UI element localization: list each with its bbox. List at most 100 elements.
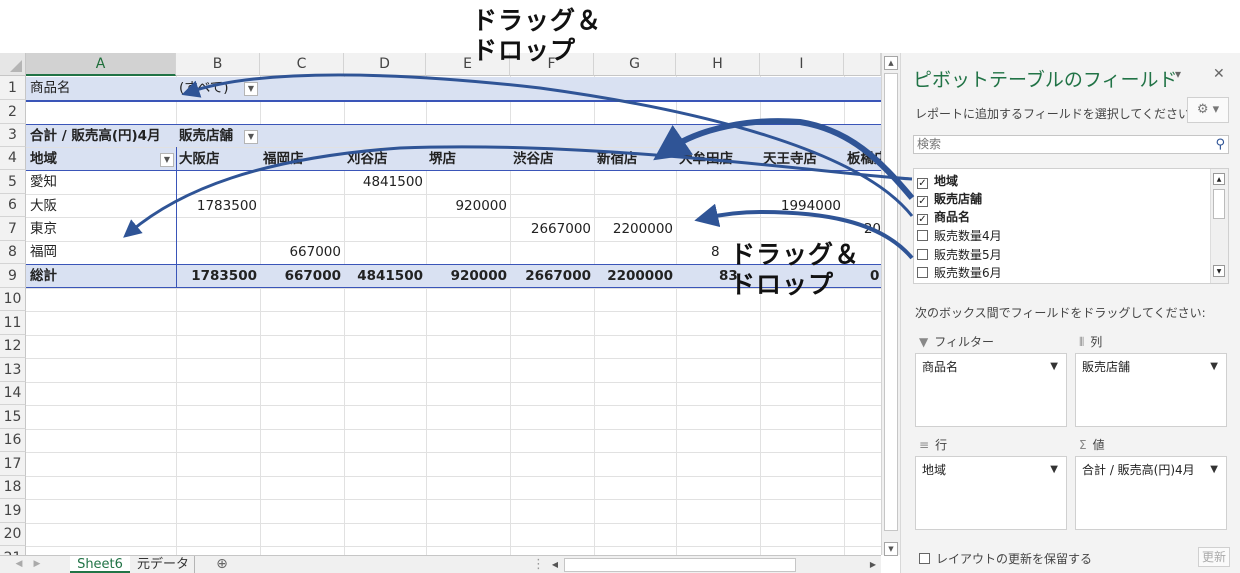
region-label[interactable]: 大阪 xyxy=(30,195,57,217)
column-header-j[interactable] xyxy=(844,53,881,76)
row-header-4[interactable]: 4 xyxy=(0,147,26,170)
pane-menu-button[interactable]: ▾ xyxy=(1175,67,1181,81)
total-cell[interactable]: 1783500 xyxy=(176,265,257,287)
row-header-13[interactable]: 13 xyxy=(0,358,26,382)
pivot-filter-label[interactable]: 商品名 xyxy=(30,77,71,99)
column-header-i[interactable]: I xyxy=(760,53,844,76)
column-header-h[interactable]: H xyxy=(676,53,760,76)
field-item-store[interactable]: ✓ 販売店舗 xyxy=(917,190,982,208)
field-search-input[interactable]: 検索 ⚲ xyxy=(913,135,1229,154)
tab-scroll-left-button[interactable]: ◀ xyxy=(12,556,26,573)
row-header-17[interactable]: 17 xyxy=(0,452,26,476)
checkbox-defer-update[interactable] xyxy=(919,553,930,564)
select-all-corner[interactable] xyxy=(0,53,26,76)
store-header[interactable]: 堺店 xyxy=(429,148,456,170)
store-header[interactable]: 刈谷店 xyxy=(347,148,388,170)
value-cell[interactable]: 920000 xyxy=(426,195,507,217)
chevron-down-icon[interactable]: ▼ xyxy=(1050,461,1058,479)
field-item-region[interactable]: ✓ 地域 xyxy=(917,172,958,190)
store-header[interactable]: 大牟田店 xyxy=(679,148,733,170)
row-header-2[interactable]: 2 xyxy=(0,100,26,124)
add-sheet-button[interactable]: ⊕ xyxy=(210,556,234,573)
column-field-dropdown-button[interactable]: ▼ xyxy=(244,130,258,144)
filter-area-item[interactable]: 商品名 ▼ xyxy=(922,358,1062,376)
row-field-dropdown-button[interactable]: ▼ xyxy=(160,153,174,167)
value-cell[interactable]: 8 xyxy=(711,241,720,263)
column-header-c[interactable]: C xyxy=(260,53,344,76)
checkbox-store[interactable]: ✓ xyxy=(917,196,928,207)
checkbox-product[interactable]: ✓ xyxy=(917,214,928,225)
pivot-filter-value[interactable]: (すべて) xyxy=(179,77,229,99)
total-cell[interactable]: 4841500 xyxy=(344,265,423,287)
field-item-qty-apr[interactable]: 販売数量4月 xyxy=(917,227,1002,245)
store-header[interactable]: 新宿店 xyxy=(597,148,638,170)
grand-total-label[interactable]: 総計 xyxy=(30,265,57,287)
value-cell[interactable]: 20 xyxy=(844,218,881,240)
close-icon[interactable]: ✕ xyxy=(1213,66,1225,82)
filter-area-box[interactable]: 商品名 ▼ xyxy=(915,353,1067,427)
row-header-19[interactable]: 19 xyxy=(0,499,26,523)
tab-scroll-right-button[interactable]: ▶ xyxy=(30,556,44,573)
value-cell[interactable]: 1783500 xyxy=(176,195,257,217)
row-header-6[interactable]: 6 xyxy=(0,194,26,217)
tab-sheet6[interactable]: Sheet6 xyxy=(70,556,130,573)
row-header-12[interactable]: 12 xyxy=(0,335,26,358)
columns-area-item[interactable]: 販売店舗 ▼ xyxy=(1082,358,1222,376)
checkbox-qty-apr[interactable] xyxy=(917,230,928,241)
row-header-3[interactable]: 3 xyxy=(0,124,26,147)
region-label[interactable]: 愛知 xyxy=(30,171,57,193)
values-area-item[interactable]: 合計 / 販売高(円)4月 ▼ xyxy=(1082,461,1222,479)
field-item-qty-may[interactable]: 販売数量5月 xyxy=(917,246,1002,264)
value-cell[interactable]: 1994000 xyxy=(760,195,841,217)
chevron-down-icon[interactable]: ▼ xyxy=(1210,358,1218,376)
region-label[interactable]: 福岡 xyxy=(30,241,57,263)
store-header[interactable]: 渋谷店 xyxy=(513,148,554,170)
column-header-a[interactable]: A xyxy=(26,53,176,76)
rows-area-box[interactable]: 地域 ▼ xyxy=(915,456,1067,530)
total-cell[interactable]: 2200000 xyxy=(594,265,673,287)
columns-area-box[interactable]: 販売店舗 ▼ xyxy=(1075,353,1227,427)
scroll-down-button[interactable]: ▼ xyxy=(884,542,898,556)
row-header-15[interactable]: 15 xyxy=(0,405,26,429)
tab-source-data[interactable]: 元データ xyxy=(132,556,195,573)
value-cell[interactable]: 4841500 xyxy=(344,171,423,193)
pivot-value-label[interactable]: 合計 / 販売高(円)4月 xyxy=(30,125,161,147)
defer-update-option[interactable]: レイアウトの更新を保留する xyxy=(919,550,1092,567)
row-header-18[interactable]: 18 xyxy=(0,476,26,499)
value-cell[interactable]: 667000 xyxy=(260,241,341,263)
update-button[interactable]: 更新 xyxy=(1198,547,1230,567)
row-header-7[interactable]: 7 xyxy=(0,217,26,241)
row-header-9[interactable]: 9 xyxy=(0,264,26,288)
field-list-scrollbar[interactable]: ▲ ▼ xyxy=(1210,169,1228,283)
pivot-row-field[interactable]: 地域 xyxy=(30,148,57,170)
store-header[interactable]: 板橋店 xyxy=(847,148,881,170)
hscroll-splitter[interactable]: ⋮ xyxy=(532,556,545,573)
column-header-g[interactable]: G xyxy=(594,53,676,76)
hscroll-right-button[interactable]: ▶ xyxy=(866,556,880,573)
values-area-box[interactable]: 合計 / 販売高(円)4月 ▼ xyxy=(1075,456,1227,530)
store-header[interactable]: 天王寺店 xyxy=(763,148,817,170)
total-cell[interactable]: 920000 xyxy=(426,265,507,287)
value-cell[interactable]: 2200000 xyxy=(594,218,673,240)
row-header-14[interactable]: 14 xyxy=(0,382,26,405)
checkbox-region[interactable]: ✓ xyxy=(917,178,928,189)
row-header-16[interactable]: 16 xyxy=(0,429,26,452)
row-header-21[interactable]: 21 xyxy=(0,546,26,555)
filter-dropdown-button[interactable]: ▼ xyxy=(244,82,258,96)
rows-area-item[interactable]: 地域 ▼ xyxy=(922,461,1062,479)
row-header-8[interactable]: 8 xyxy=(0,241,26,264)
field-item-qty-jun[interactable]: 販売数量6月 xyxy=(917,264,1002,282)
row-header-20[interactable]: 20 xyxy=(0,523,26,546)
row-header-5[interactable]: 5 xyxy=(0,170,26,194)
column-header-b[interactable]: B xyxy=(176,53,260,76)
search-icon[interactable]: ⚲ xyxy=(1215,136,1225,153)
hscroll-left-button[interactable]: ◀ xyxy=(548,556,562,573)
spreadsheet-grid[interactable]: A B C D E F G H I 1 2 3 4 5 6 7 8 9 10 1… xyxy=(0,53,881,555)
row-header-10[interactable]: 10 xyxy=(0,288,26,311)
hscroll-thumb[interactable] xyxy=(564,558,796,572)
scroll-up-button[interactable]: ▲ xyxy=(884,56,898,70)
row-header-1[interactable]: 1 xyxy=(0,76,26,100)
total-cell[interactable]: 667000 xyxy=(260,265,341,287)
column-header-d[interactable]: D xyxy=(344,53,426,76)
chevron-down-icon[interactable]: ▼ xyxy=(1050,358,1058,376)
